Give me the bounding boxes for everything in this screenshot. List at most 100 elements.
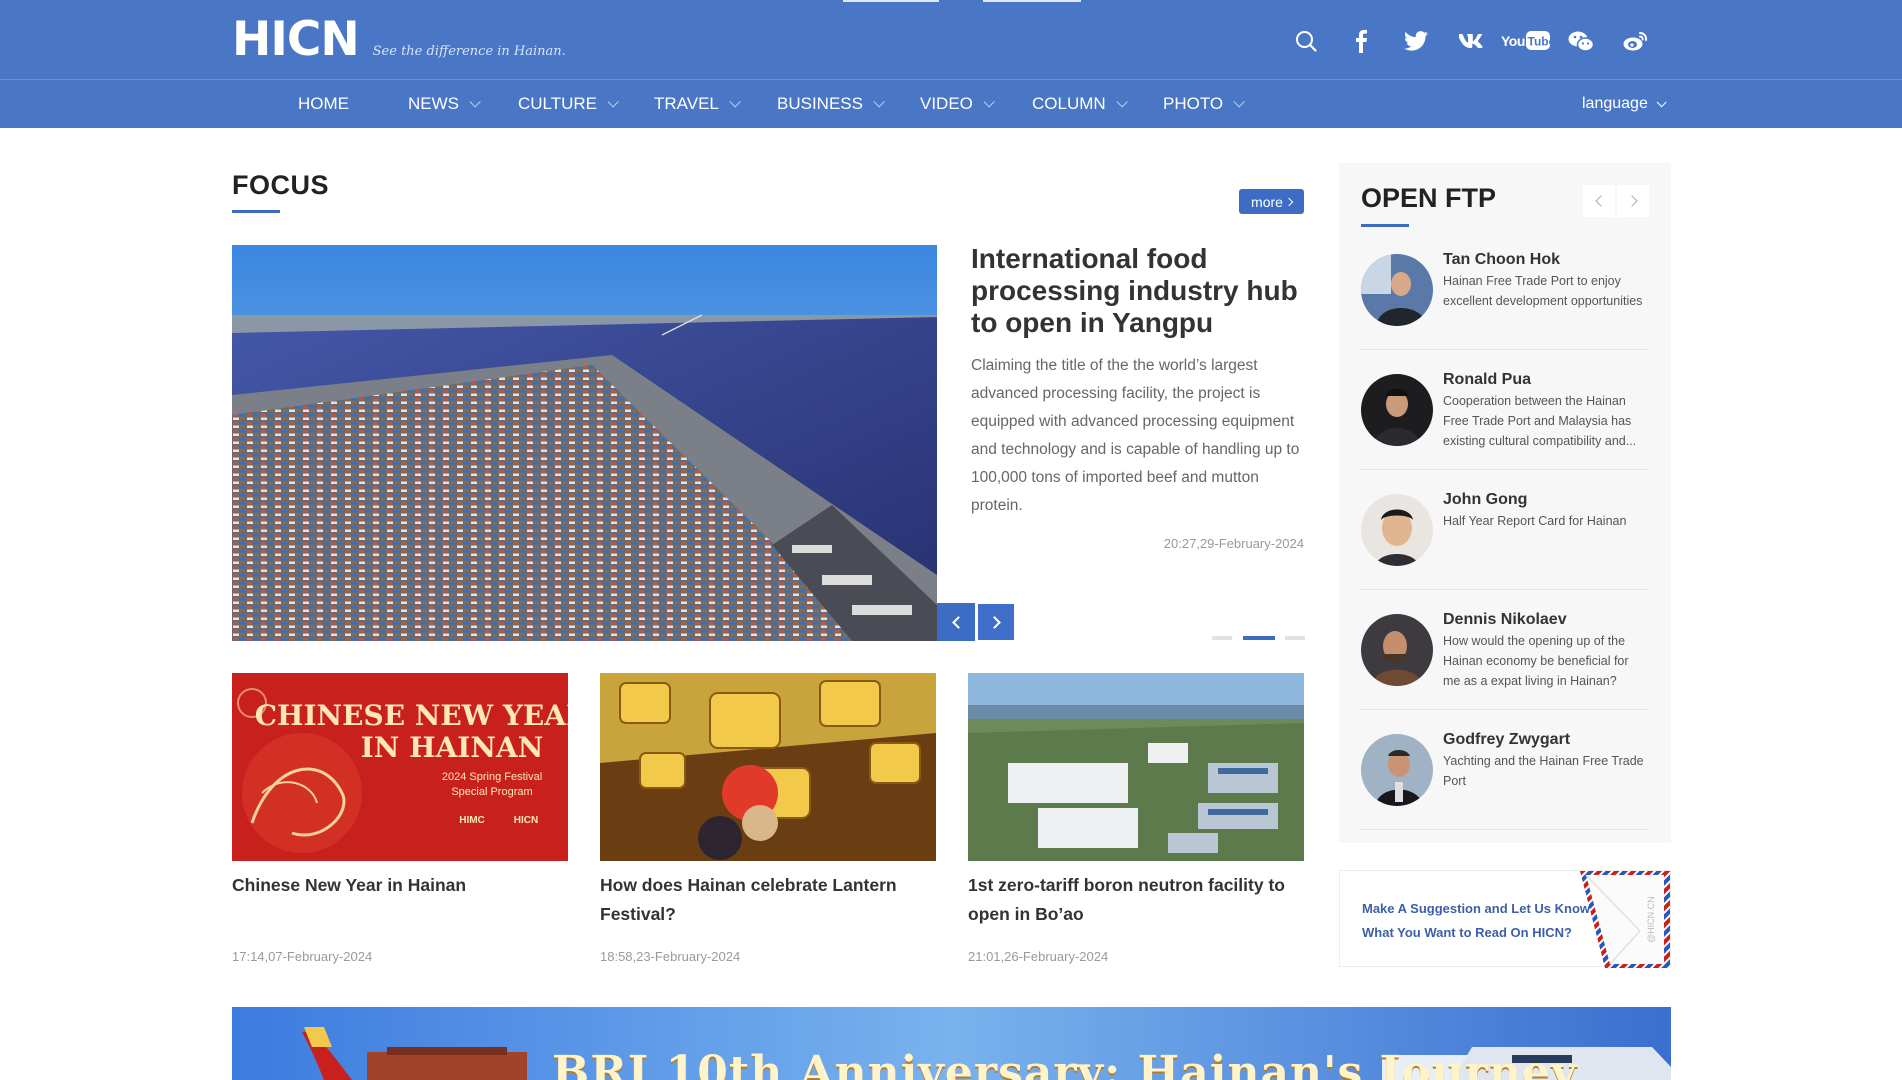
top-bar: HICN See the difference in Hainan. You T… — [0, 0, 1902, 80]
youtube-icon[interactable]: You Tube — [1498, 24, 1553, 58]
card-image-logo: HICN — [514, 815, 538, 826]
ftp-next-button[interactable] — [1617, 185, 1649, 217]
main-nav: HOME NEWS CULTURE TRAVEL BUSINESS VIDEO … — [0, 80, 1902, 128]
card-image[interactable]: CHINESE NEW YEAR IN HAINAN 2024 Spring F… — [232, 673, 568, 861]
nav-item-label: COLUMN — [1032, 94, 1106, 113]
facebook-icon[interactable] — [1333, 24, 1388, 58]
person-quote[interactable]: Half Year Report Card for Hainan — [1443, 511, 1649, 531]
envelope-icon: @HICN.CN — [1580, 871, 1670, 968]
language-selector[interactable]: language — [1582, 80, 1667, 128]
list-item[interactable]: Tan Choon Hok Hainan Free Trade Port to … — [1361, 230, 1647, 350]
open-ftp-panel: OPEN FTP Tan Choon Hok Hainan Free Trade… — [1339, 163, 1671, 843]
ftp-prev-button[interactable] — [1583, 185, 1615, 217]
avatar[interactable] — [1361, 254, 1433, 326]
card-title[interactable]: Chinese New Year in Hainan — [232, 871, 568, 900]
chevron-right-icon — [1284, 197, 1294, 206]
nav-item-business[interactable]: BUSINESS — [777, 80, 885, 128]
slide-dot[interactable] — [1212, 636, 1232, 640]
suggestion-box[interactable]: Make A Suggestion and Let Us Know What Y… — [1339, 870, 1671, 968]
chevron-down-icon — [983, 96, 995, 108]
card-date: 18:58,23-February-2024 — [600, 949, 741, 964]
person-name[interactable]: Dennis Nikolaev — [1443, 611, 1567, 629]
language-label: language — [1582, 95, 1648, 112]
card-image-title: CHINESE NEW YEAR — [255, 699, 568, 732]
hero-image[interactable] — [232, 245, 937, 641]
card-date: 21:01,26-February-2024 — [968, 949, 1109, 964]
card-title[interactable]: How does Hainan celebrate Lantern Festiv… — [600, 871, 936, 929]
envelope-stamp-text: @HICN.CN — [1646, 896, 1656, 943]
promo-banner[interactable]: BRI 10th Anniversary: Hainan's Journey — [232, 1007, 1671, 1080]
person-quote[interactable]: Yachting and the Hainan Free Trade Port — [1443, 751, 1649, 791]
site-header: HICN See the difference in Hainan. You T… — [0, 0, 1902, 128]
person-name[interactable]: Ronald Pua — [1443, 371, 1531, 389]
nav-item-news[interactable]: NEWS — [408, 80, 481, 128]
chevron-down-icon — [607, 96, 619, 108]
svg-text:You: You — [1501, 33, 1525, 49]
top-tab-indicator — [843, 0, 939, 2]
twitter-icon[interactable] — [1388, 24, 1443, 58]
nav-item-culture[interactable]: CULTURE — [518, 80, 619, 128]
person-quote[interactable]: Cooperation between the Hainan Free Trad… — [1443, 391, 1649, 451]
nav-item-home[interactable]: HOME — [298, 80, 349, 128]
hero-date: 20:27,29-February-2024 — [1163, 536, 1304, 551]
banner-title: BRI 10th Anniversary: Hainan's Journey — [552, 1047, 1578, 1080]
list-item[interactable]: Dennis Nikolaev How would the opening up… — [1361, 590, 1647, 710]
person-name[interactable]: John Gong — [1443, 491, 1527, 509]
chevron-down-icon — [1656, 96, 1667, 107]
search-icon[interactable] — [1278, 24, 1333, 58]
card-image-subtitle: 2024 Spring Festival — [442, 771, 542, 783]
nav-item-label: TRAVEL — [654, 94, 719, 113]
card-image-subtitle: Special Program — [451, 786, 532, 798]
hero-description: Claiming the title of the the world’s la… — [971, 357, 1300, 514]
slide-dot-active[interactable] — [1243, 636, 1275, 640]
card-image[interactable] — [968, 673, 1304, 861]
top-tab-indicator — [983, 0, 1081, 2]
person-name[interactable]: Tan Choon Hok — [1443, 251, 1560, 269]
card-image-title: IN HAINAN — [361, 731, 544, 764]
list-item[interactable]: Godfrey Zwygart Yachting and the Hainan … — [1361, 710, 1647, 830]
chevron-right-icon — [987, 615, 1001, 629]
tagline: See the difference in Hainan. — [372, 44, 566, 59]
more-label: more — [1251, 193, 1283, 210]
nav-item-label: NEWS — [408, 94, 459, 113]
more-button[interactable]: more — [1239, 189, 1304, 214]
person-quote[interactable]: How would the opening up of the Hainan e… — [1443, 631, 1649, 691]
slide-next-button[interactable] — [977, 603, 1015, 641]
wechat-icon[interactable] — [1553, 24, 1608, 58]
card-title[interactable]: 1st zero-tariff boron neutron facility t… — [968, 871, 1304, 929]
heading-underline — [232, 210, 280, 213]
open-ftp-heading: OPEN FTP — [1361, 183, 1497, 213]
nav-item-column[interactable]: COLUMN — [1032, 80, 1128, 128]
news-card[interactable]: CHINESE NEW YEAR IN HAINAN 2024 Spring F… — [232, 673, 568, 964]
chevron-down-icon — [1233, 96, 1245, 108]
news-card[interactable]: 1st zero-tariff boron neutron facility t… — [968, 673, 1304, 964]
nav-item-label: PHOTO — [1163, 94, 1224, 113]
hero-title[interactable]: International food processing industry h… — [971, 243, 1311, 339]
social-icons: You Tube — [1278, 24, 1663, 58]
site-logo[interactable]: HICN See the difference in Hainan. — [232, 12, 566, 67]
nav-item-label: CULTURE — [518, 94, 598, 113]
logo-text: HICN — [232, 12, 360, 67]
avatar[interactable] — [1361, 494, 1433, 566]
list-item[interactable]: Ronald Pua Cooperation between the Haina… — [1361, 350, 1647, 470]
list-item[interactable]: John Gong Half Year Report Card for Hain… — [1361, 470, 1647, 590]
nav-item-travel[interactable]: TRAVEL — [654, 80, 741, 128]
weibo-icon[interactable] — [1608, 24, 1663, 58]
slide-prev-button[interactable] — [937, 603, 975, 641]
chevron-left-icon — [1594, 195, 1607, 207]
nav-item-photo[interactable]: PHOTO — [1163, 80, 1245, 128]
card-image[interactable] — [600, 673, 936, 861]
person-name[interactable]: Godfrey Zwygart — [1443, 731, 1570, 749]
nav-item-video[interactable]: VIDEO — [920, 80, 995, 128]
avatar[interactable] — [1361, 734, 1433, 806]
avatar[interactable] — [1361, 614, 1433, 686]
chevron-down-icon — [469, 96, 481, 108]
person-quote[interactable]: Hainan Free Trade Port to enjoy excellen… — [1443, 271, 1649, 311]
card-date: 17:14,07-February-2024 — [232, 949, 373, 964]
avatar[interactable] — [1361, 374, 1433, 446]
chevron-down-icon — [1116, 96, 1128, 108]
card-image-logo: HIMC — [459, 815, 485, 826]
news-card[interactable]: How does Hainan celebrate Lantern Festiv… — [600, 673, 936, 964]
slide-dot[interactable] — [1285, 636, 1305, 640]
vk-icon[interactable] — [1443, 24, 1498, 58]
